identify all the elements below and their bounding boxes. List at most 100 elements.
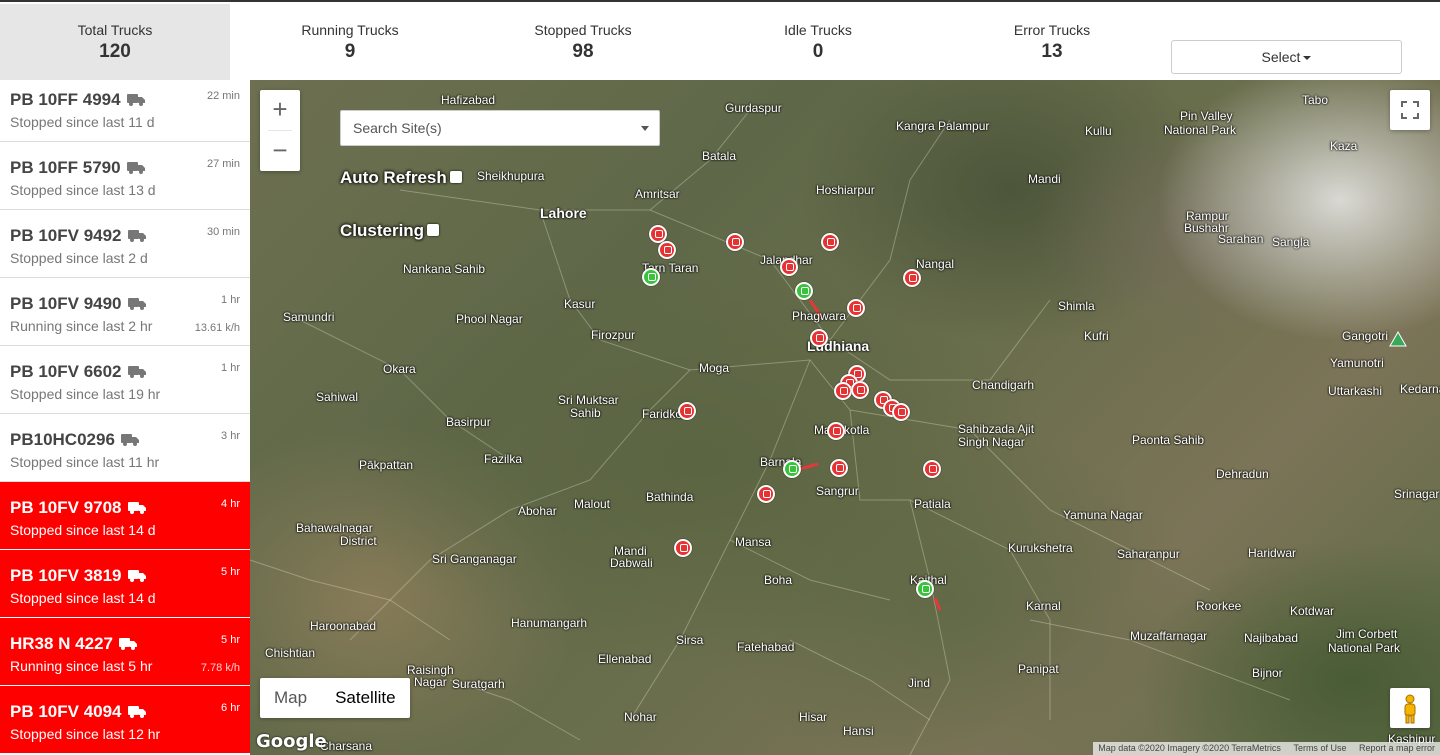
truck-last-update: 30 min xyxy=(206,226,240,238)
stat-running-trucks[interactable]: Running Trucks 9 xyxy=(250,4,450,82)
truck-marker[interactable] xyxy=(780,258,798,276)
stat-idle-trucks[interactable]: Idle Trucks 0 xyxy=(718,4,918,82)
zoom-in-button[interactable]: + xyxy=(260,90,300,130)
truck-status: Stopped since last 2 d xyxy=(10,250,148,266)
place-label: Phagwara xyxy=(792,309,847,323)
street-view-pegman[interactable] xyxy=(1390,688,1430,728)
stat-value: 0 xyxy=(812,41,824,62)
truck-status: Stopped since last 14 d xyxy=(10,522,156,538)
truck-plate-text: PB 10FV 9492 xyxy=(10,226,122,245)
truck-marker-running[interactable] xyxy=(642,268,660,286)
place-label: Charsana xyxy=(320,739,373,753)
truck-icon xyxy=(122,362,146,381)
place-label: Gurdaspur xyxy=(725,101,782,115)
site-search-select[interactable]: Search Site(s) xyxy=(340,110,660,146)
stat-total-trucks[interactable]: Total Trucks 120 xyxy=(0,4,230,82)
place-label: Najibabad xyxy=(1244,631,1299,645)
map-type-satellite-button[interactable]: Satellite xyxy=(321,678,409,718)
auto-refresh-toggle[interactable]: Auto Refresh xyxy=(340,168,462,188)
place-label: Shimla xyxy=(1058,299,1095,313)
truck-status: Running since last 2 hr xyxy=(10,318,153,334)
terms-link[interactable]: Terms of Use xyxy=(1288,743,1351,753)
truck-marker[interactable] xyxy=(827,422,845,440)
place-label: District xyxy=(340,534,377,548)
truck-marker[interactable] xyxy=(821,233,839,251)
place-label: Okara xyxy=(383,362,416,376)
truck-marker[interactable] xyxy=(851,381,869,399)
fullscreen-button[interactable] xyxy=(1390,90,1430,130)
stat-error-trucks[interactable]: Error Trucks 13 xyxy=(952,4,1152,82)
truck-list-item[interactable]: PB 10FV 3819 Stopped since last 14 d 5 hr xyxy=(0,550,250,618)
place-label: Bathinda xyxy=(646,490,694,504)
stat-value: 120 xyxy=(99,41,131,62)
truck-plate: PB 10FV 4094 xyxy=(10,702,146,722)
select-dropdown[interactable]: Select xyxy=(1171,40,1402,74)
truck-plate-text: PB 10FF 5790 xyxy=(10,158,121,177)
truck-marker[interactable] xyxy=(903,269,921,287)
map[interactable]: Hafizabad Gurdaspur Kangra Palampur Pin Vall… xyxy=(250,80,1440,755)
place-label: Sangla xyxy=(1272,235,1310,249)
zoom-control: + − xyxy=(260,90,300,171)
clustering-toggle[interactable]: Clustering xyxy=(340,221,440,241)
truck-marker[interactable] xyxy=(892,403,910,421)
place-label: Dehradun xyxy=(1216,467,1269,481)
truck-marker[interactable] xyxy=(674,539,692,557)
truck-list-item[interactable]: PB 10FV 6602 Stopped since last 19 hr 1 hr xyxy=(0,346,250,414)
truck-last-update: 22 min xyxy=(206,90,240,102)
place-label: Kotdwar xyxy=(1290,604,1335,618)
place-label: Kufri xyxy=(1084,329,1109,343)
map-attribution: Map data ©2020 Imagery ©2020 TerraMetric… xyxy=(1093,742,1440,755)
zoom-out-button[interactable]: − xyxy=(260,131,300,171)
place-label: Yamuna Nagar xyxy=(1063,508,1143,522)
place-label: Kurukshetra xyxy=(1008,541,1073,555)
truck-marker-running[interactable] xyxy=(783,460,801,478)
auto-refresh-checkbox[interactable] xyxy=(449,171,462,183)
truck-last-update: 1 hr xyxy=(221,294,240,306)
place-label: Sheikhupura xyxy=(477,169,545,183)
truck-last-update: 5 hr xyxy=(221,566,240,578)
truck-status: Stopped since last 11 d xyxy=(10,114,155,130)
truck-list-item[interactable]: PB 10FV 4094 Stopped since last 12 hr 6 hr xyxy=(0,686,250,754)
truck-list-item[interactable]: PB 10FF 4994 Stopped since last 11 d 22 mi… xyxy=(0,80,250,142)
stat-label: Idle Trucks xyxy=(784,22,852,38)
truck-marker[interactable] xyxy=(847,299,865,317)
clustering-checkbox[interactable] xyxy=(427,224,440,236)
place-label: Roorkee xyxy=(1196,599,1242,613)
stat-stopped-trucks[interactable]: Stopped Trucks 98 xyxy=(483,4,683,82)
map-type-map-button[interactable]: Map xyxy=(260,678,321,718)
truck-speed: 7.78 k/h xyxy=(200,662,240,674)
place-label: Kaza xyxy=(1330,139,1358,153)
truck-list-item[interactable]: PB 10FF 5790 Stopped since last 13 d 27 mi… xyxy=(0,142,250,210)
truck-list-item[interactable]: PB 10FV 9492 Stopped since last 2 d 30 min xyxy=(0,210,250,278)
place-label: Dabwali xyxy=(610,556,653,570)
truck-marker[interactable] xyxy=(658,241,676,259)
truck-list[interactable]: PB 10FF 4994 Stopped since last 11 d 22 mi… xyxy=(0,80,250,755)
place-label: Abohar xyxy=(518,504,557,518)
place-label: Sri Ganganagar xyxy=(432,552,517,566)
place-label: Uttarkashi xyxy=(1328,384,1383,398)
report-error-link[interactable]: Report a map error xyxy=(1354,743,1440,753)
place-label: Karnal xyxy=(1026,599,1061,613)
truck-marker[interactable] xyxy=(726,233,744,251)
truck-marker[interactable] xyxy=(830,459,848,477)
truck-list-item[interactable]: HR38 N 4227 Running since last 5 hr 5 hr 7.… xyxy=(0,618,250,686)
truck-marker[interactable] xyxy=(834,382,852,400)
truck-marker[interactable] xyxy=(810,329,828,347)
truck-marker[interactable] xyxy=(757,485,775,503)
place-label: Nagar xyxy=(414,675,447,689)
place-label: Firozpur xyxy=(591,328,636,342)
truck-marker-running[interactable] xyxy=(795,282,813,300)
truck-marker[interactable] xyxy=(678,402,696,420)
truck-last-update: 27 min xyxy=(206,158,240,170)
place-label: Kasur xyxy=(564,297,596,311)
truck-list-item[interactable]: PB 10FV 9490 Running since last 2 hr 1 hr 1… xyxy=(0,278,250,346)
truck-marker-running[interactable] xyxy=(916,580,934,598)
truck-icon xyxy=(115,430,139,449)
place-label: Pin Valley xyxy=(1180,109,1233,123)
truck-plate-text: PB10HC0296 xyxy=(10,430,115,449)
truck-list-item[interactable]: PB 10FV 9708 Stopped since last 14 d 4 hr xyxy=(0,482,250,550)
truck-marker[interactable] xyxy=(923,460,941,478)
place-label: Hafizabad xyxy=(441,93,496,107)
truck-list-item[interactable]: PB10HC0296 Stopped since last 11 hr 3 hr xyxy=(0,414,250,482)
place-label: Boha xyxy=(764,573,793,587)
